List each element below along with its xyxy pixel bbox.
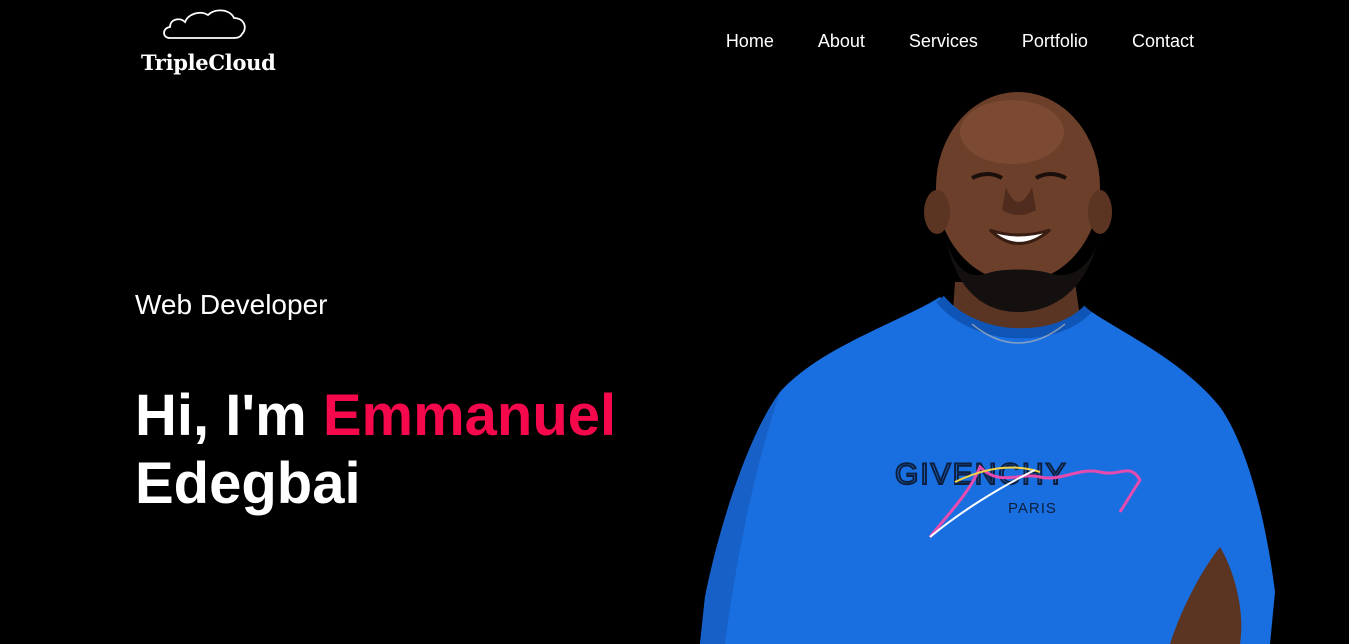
last-name: Edegbai: [135, 451, 361, 516]
left-ear: [924, 190, 950, 234]
logo-text: TripleCloud: [141, 50, 276, 75]
first-name: Emmanuel: [322, 383, 617, 448]
shirt-city-text: PARIS: [1008, 500, 1057, 517]
cloud-icon: [163, 9, 246, 39]
nav-about[interactable]: About: [818, 30, 865, 52]
headline-line-1: Hi, I'm Emmanuel: [135, 382, 616, 450]
right-ear: [1088, 190, 1112, 234]
portrait-image: GIVENCHY PARIS: [700, 92, 1275, 644]
hero-page: TripleCloud Home About Services Portfoli…: [0, 0, 1349, 644]
nav-contact[interactable]: Contact: [1132, 30, 1194, 52]
site-logo[interactable]: TripleCloud: [138, 6, 278, 75]
hero-role: Web Developer: [135, 289, 328, 320]
greeting: Hi, I'm: [135, 383, 307, 448]
shirt-brand-text: GIVENCHY: [895, 458, 1068, 491]
head-highlight: [960, 100, 1064, 164]
nav-home[interactable]: Home: [726, 30, 774, 52]
main-nav: Home About Services Portfolio Contact: [726, 30, 1194, 52]
hero-headline: Hi, I'm Emmanuel Edegbai: [135, 382, 616, 518]
nav-services[interactable]: Services: [909, 30, 978, 52]
nav-portfolio[interactable]: Portfolio: [1022, 30, 1088, 52]
